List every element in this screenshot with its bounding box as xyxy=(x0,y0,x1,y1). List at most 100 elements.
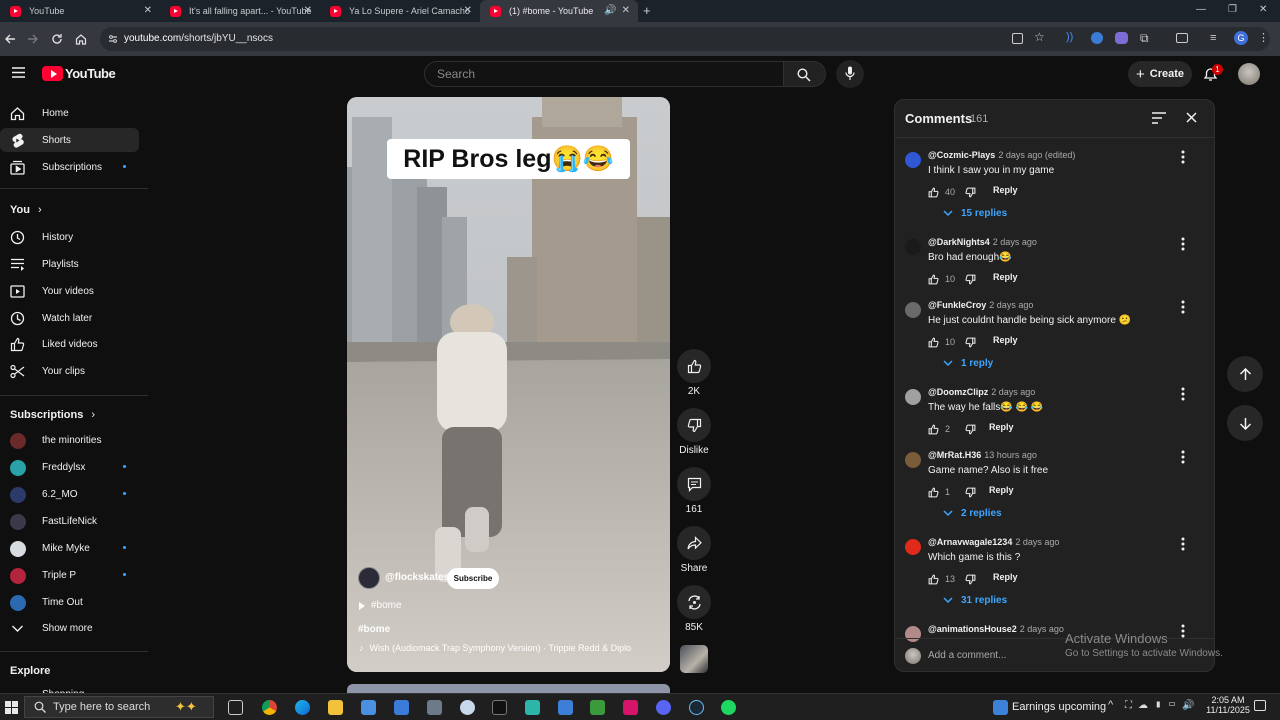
channel-name[interactable]: @flockskates xyxy=(385,572,449,583)
share-button[interactable] xyxy=(677,526,711,560)
comment-menu-icon[interactable] xyxy=(1181,450,1185,464)
next-short-button[interactable] xyxy=(1227,405,1263,441)
reply-button[interactable]: Reply xyxy=(989,422,1014,432)
comment-dislike-button[interactable] xyxy=(965,187,976,198)
subscription-item[interactable]: Mike Myke xyxy=(0,536,139,560)
install-app-icon[interactable] xyxy=(1012,33,1023,44)
previous-short-button[interactable] xyxy=(1227,356,1263,392)
edge-icon[interactable] xyxy=(295,700,310,715)
sidebar-item-shorts[interactable]: Shorts xyxy=(0,128,139,152)
show-more-button[interactable]: Show more xyxy=(0,616,139,640)
reply-button[interactable]: Reply xyxy=(993,272,1018,282)
commenter-avatar[interactable] xyxy=(905,239,921,255)
subscription-item[interactable]: Triple P xyxy=(0,563,139,587)
browser-tab[interactable]: It's all falling apart... - YouTube ✕ xyxy=(160,0,320,22)
steam-icon[interactable] xyxy=(689,700,704,715)
app-icon[interactable] xyxy=(460,700,475,715)
sound-thumbnail[interactable] xyxy=(680,645,708,673)
minecraft-icon[interactable] xyxy=(590,700,605,715)
extension-icon[interactable] xyxy=(1115,32,1128,44)
youtube-logo-icon[interactable] xyxy=(42,66,63,81)
commenter-avatar[interactable] xyxy=(905,152,921,168)
reply-button[interactable]: Reply xyxy=(993,572,1018,582)
video-hashtag[interactable]: #bome xyxy=(358,624,390,635)
close-tab-icon[interactable]: ✕ xyxy=(464,5,472,16)
playlist-link[interactable]: #bome xyxy=(359,600,402,611)
sidebar-item-your-videos[interactable]: Your videos xyxy=(0,279,139,303)
app-icon[interactable] xyxy=(394,700,409,715)
reload-icon[interactable] xyxy=(51,33,63,45)
app-icon[interactable] xyxy=(525,700,540,715)
comment-dislike-button[interactable] xyxy=(965,574,976,585)
comments-button[interactable] xyxy=(677,467,711,501)
bookmark-star-icon[interactable]: ☆ xyxy=(1034,30,1045,44)
like-button[interactable] xyxy=(677,349,711,383)
forward-icon[interactable] xyxy=(27,33,39,45)
media-controls-icon[interactable]: ≡ xyxy=(1210,32,1216,44)
reply-button[interactable]: Reply xyxy=(993,335,1018,345)
comment-like-button[interactable] xyxy=(928,424,939,435)
site-info-icon[interactable] xyxy=(108,34,118,44)
commenter-avatar[interactable] xyxy=(905,302,921,318)
commenter-avatar[interactable] xyxy=(905,389,921,405)
comment-menu-icon[interactable] xyxy=(1181,387,1185,401)
remix-button[interactable] xyxy=(677,585,711,619)
back-icon[interactable] xyxy=(4,33,16,45)
comment-menu-icon[interactable] xyxy=(1181,300,1185,314)
add-comment-input[interactable]: Add a comment... xyxy=(928,650,1006,661)
comment-dislike-button[interactable] xyxy=(965,274,976,285)
comment-author[interactable]: @DarkNights4 2 days ago xyxy=(928,237,1037,247)
system-tray-icons[interactable]: ⛶☁▮▭🔊 xyxy=(1125,700,1200,711)
speaker-icon[interactable]: 🔊 xyxy=(604,5,616,16)
app-icon[interactable] xyxy=(427,700,442,715)
commenter-avatar[interactable] xyxy=(905,452,921,468)
sidebar-item-your-clips[interactable]: Your clips xyxy=(0,359,139,383)
view-replies-button[interactable]: 1 reply xyxy=(943,358,993,369)
comment-author[interactable]: @Cozmic-Plays 2 days ago (edited) xyxy=(928,150,1075,160)
browser-menu-icon[interactable]: ⋮ xyxy=(1258,31,1269,44)
comment-author[interactable]: @Arnavwagale1234 2 days ago xyxy=(928,537,1059,547)
comment-dislike-button[interactable] xyxy=(965,337,976,348)
extension-icon[interactable] xyxy=(1091,32,1103,44)
file-explorer-icon[interactable] xyxy=(328,700,343,715)
subscription-item[interactable]: FastLifeNick xyxy=(0,509,139,533)
search-input[interactable]: Search xyxy=(424,61,784,87)
minimize-button[interactable]: — xyxy=(1196,4,1206,15)
profile-avatar[interactable]: G xyxy=(1234,31,1248,45)
comment-author[interactable]: @MrRat.H36 13 hours ago xyxy=(928,450,1037,460)
comment-like-button[interactable] xyxy=(928,487,939,498)
reply-button[interactable]: Reply xyxy=(993,185,1018,195)
close-window-button[interactable]: ✕ xyxy=(1259,4,1267,15)
subscription-item[interactable]: the minorities xyxy=(0,428,139,452)
voice-search-button[interactable] xyxy=(836,60,864,88)
taskbar-search-input[interactable]: Type here to search ✦✦ xyxy=(24,696,214,718)
close-tab-icon[interactable]: ✕ xyxy=(304,5,312,16)
close-tab-icon[interactable]: ✕ xyxy=(144,5,152,16)
comment-author[interactable]: @FunkleCroy 2 days ago xyxy=(928,300,1033,310)
create-button[interactable]: + Create xyxy=(1128,61,1192,87)
calculator-icon[interactable] xyxy=(361,700,376,715)
view-replies-button[interactable]: 15 replies xyxy=(943,208,1007,219)
view-replies-button[interactable]: 31 replies xyxy=(943,595,1007,606)
clock[interactable]: 2:05 AM 11/11/2025 xyxy=(1205,695,1251,715)
sidebar-item-history[interactable]: History xyxy=(0,225,139,249)
notifications-center-icon[interactable] xyxy=(1254,700,1266,711)
sidebar-item-playlists[interactable]: Playlists xyxy=(0,252,139,276)
comment-dislike-button[interactable] xyxy=(965,424,976,435)
tiktok-icon[interactable] xyxy=(623,700,638,715)
sidebar-item-subscriptions[interactable]: Subscriptions xyxy=(0,155,139,179)
subscribe-button[interactable]: Subscribe xyxy=(447,568,499,589)
comment-menu-icon[interactable] xyxy=(1181,150,1185,164)
sidebar-item-home[interactable]: Home xyxy=(0,101,139,125)
subscriptions-section-heading[interactable]: Subscriptions › xyxy=(10,409,95,421)
comment-author[interactable]: @animationsHouse2 2 days ago xyxy=(928,624,1064,634)
news-widget-icon[interactable] xyxy=(993,700,1008,715)
subscription-item[interactable]: 6.2_MO xyxy=(0,482,139,506)
comment-like-button[interactable] xyxy=(928,187,939,198)
capcut-icon[interactable] xyxy=(492,700,507,715)
comment-menu-icon[interactable] xyxy=(1181,237,1185,251)
search-button[interactable] xyxy=(784,61,826,87)
app-icon[interactable] xyxy=(558,700,573,715)
side-panel-icon[interactable] xyxy=(1176,33,1188,43)
home-icon[interactable] xyxy=(75,33,87,45)
